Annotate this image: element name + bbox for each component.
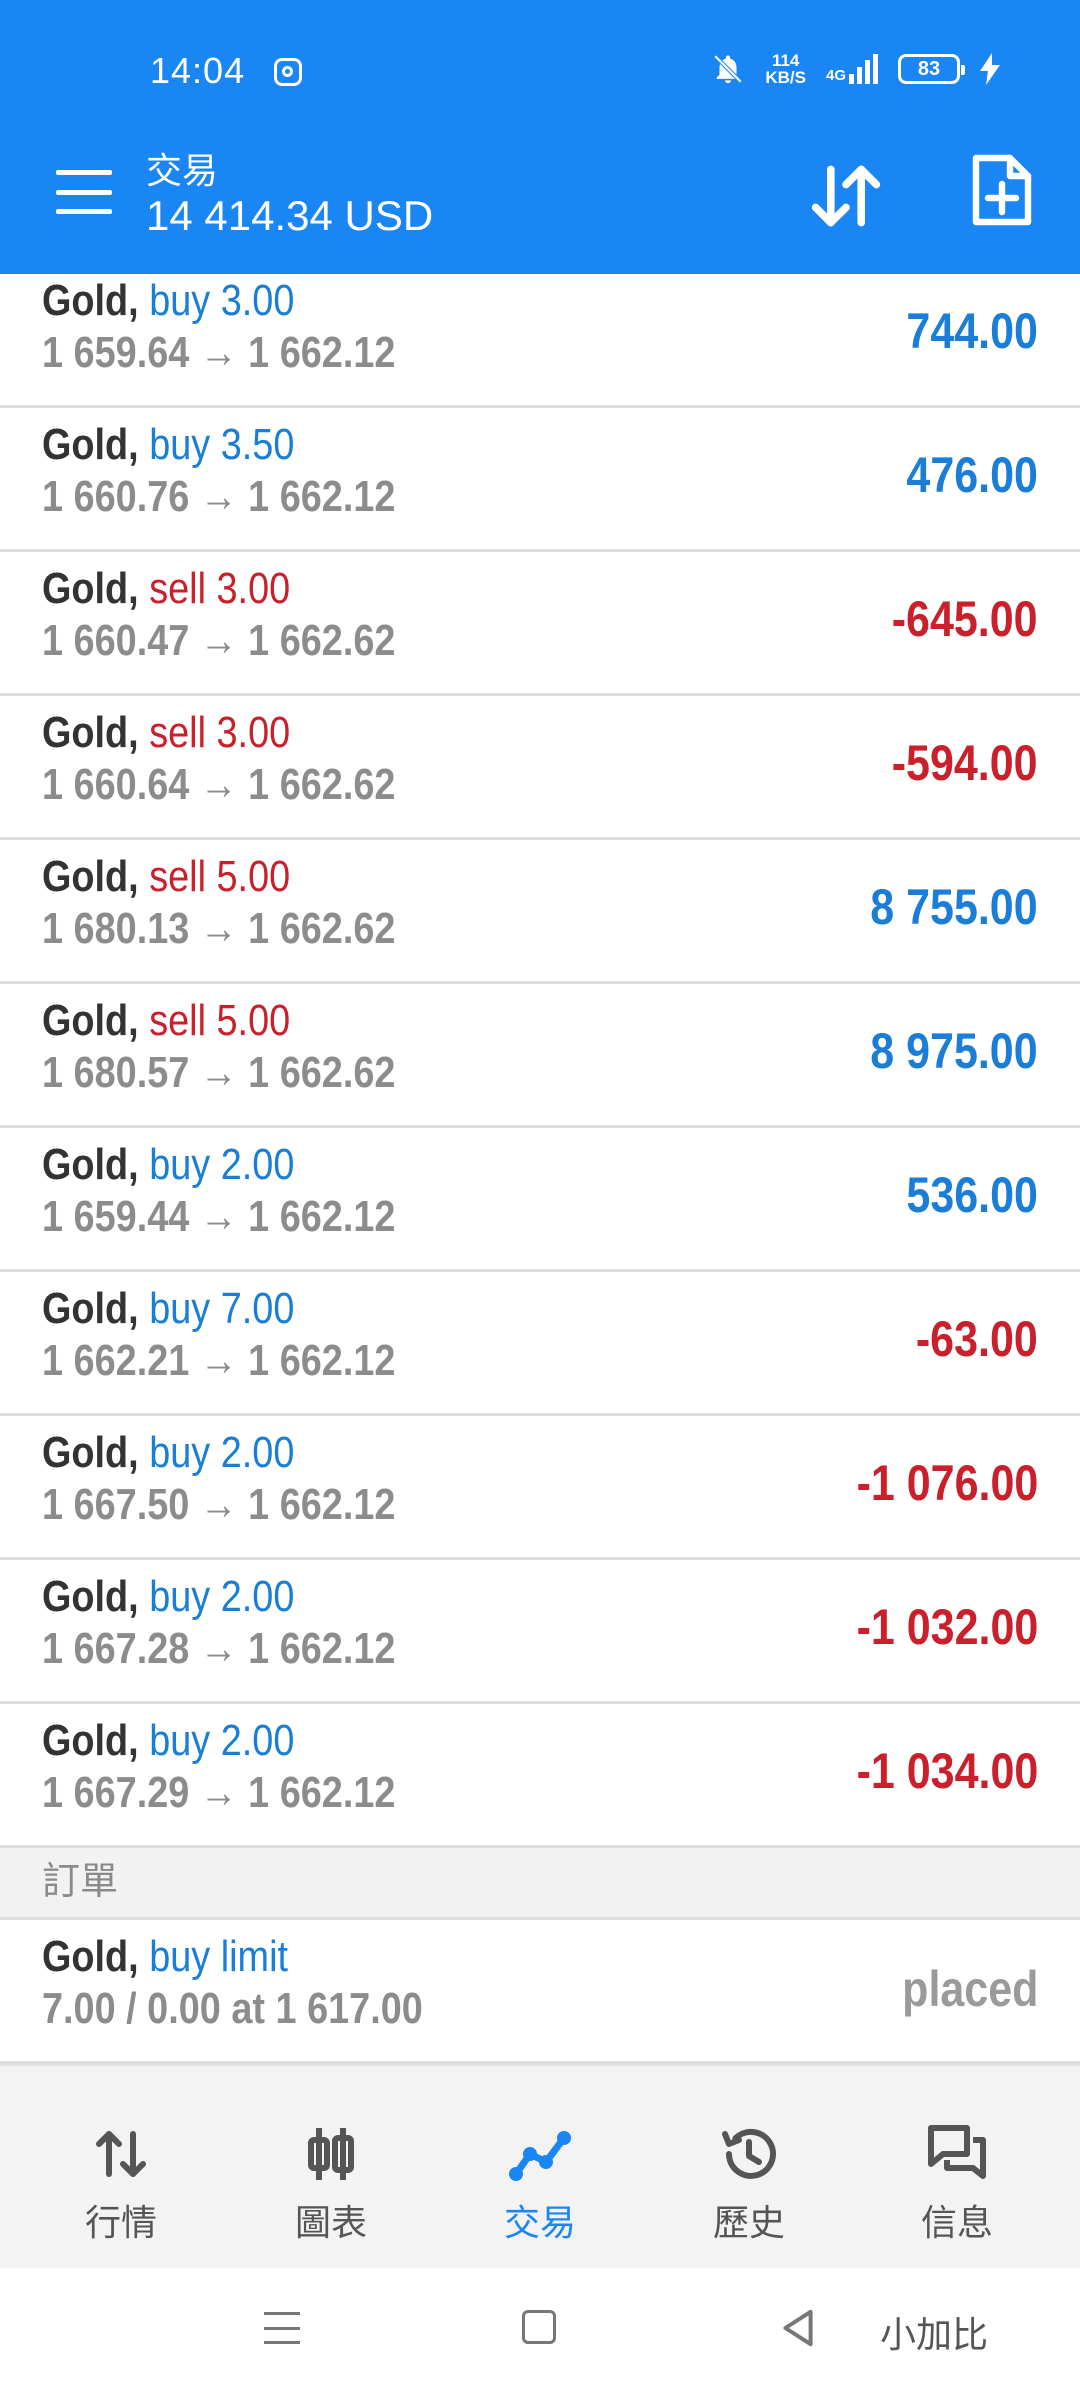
position-profit: -63.00 <box>916 1311 1038 1367</box>
position-direction: buy 2.00 <box>149 1140 295 1189</box>
status-bar: 14:04 114 KB/S 4G 83 <box>0 0 1080 140</box>
battery-icon: 83 <box>898 54 965 84</box>
network-speed: 114 KB/S <box>765 51 806 87</box>
position-row[interactable]: Gold, buy 7.00 1 662.21 → 1 662.12 -63.0… <box>0 1272 1080 1416</box>
order-details: 7.00 / 0.00 at 1 617.00 <box>42 1984 423 2033</box>
position-prices: 1 660.64 → 1 662.62 <box>42 760 396 809</box>
position-row[interactable]: Gold, buy 2.00 1 667.28 → 1 662.12 -1 03… <box>0 1560 1080 1704</box>
home-icon[interactable] <box>522 2310 556 2344</box>
position-row[interactable]: Gold, sell 5.00 1 680.57 → 1 662.62 8 97… <box>0 984 1080 1128</box>
position-prices: 1 660.76 → 1 662.12 <box>42 472 396 521</box>
position-direction: buy 3.00 <box>149 276 295 325</box>
signal-icon: 4G <box>826 54 878 84</box>
position-direction: buy 7.00 <box>149 1284 295 1333</box>
position-profit: -1 076.00 <box>856 1455 1038 1511</box>
bell-off-icon <box>714 54 743 84</box>
position-profit: -1 032.00 <box>856 1599 1038 1655</box>
position-prices: 1 667.28 → 1 662.12 <box>42 1624 396 1673</box>
position-profit: 8 755.00 <box>870 879 1038 935</box>
position-direction: sell 3.00 <box>149 708 291 757</box>
position-direction: buy 2.00 <box>149 1572 295 1621</box>
app-bar: 交易 14 414.34 USD <box>0 140 1080 274</box>
position-symbol: Gold, <box>42 852 139 901</box>
bottom-navigation: 行情 圖表 交易 歷史 信息 <box>0 2064 1080 2268</box>
position-row[interactable]: Gold, sell 3.00 1 660.47 → 1 662.62 -645… <box>0 552 1080 696</box>
position-prices: 1 680.13 → 1 662.62 <box>42 904 396 953</box>
order-status: placed <box>901 1961 1038 2017</box>
orders-section-header: 訂單 <box>0 1848 1080 1920</box>
position-row[interactable]: Gold, buy 2.00 1 659.44 → 1 662.12 536.0… <box>0 1128 1080 1272</box>
charging-icon <box>980 53 1000 85</box>
position-row[interactable]: Gold, buy 2.00 1 667.50 → 1 662.12 -1 07… <box>0 1416 1080 1560</box>
position-profit: 8 975.00 <box>870 1023 1038 1079</box>
position-profit: -645.00 <box>892 591 1038 647</box>
position-symbol: Gold, <box>42 1140 139 1189</box>
order-symbol: Gold, <box>42 1932 139 1981</box>
position-symbol: Gold, <box>42 1428 139 1477</box>
position-symbol: Gold, <box>42 996 139 1045</box>
position-direction: buy 2.00 <box>149 1716 295 1765</box>
position-profit: -594.00 <box>892 735 1038 791</box>
sort-icon[interactable] <box>808 158 884 234</box>
history-icon <box>722 2128 776 2179</box>
position-row[interactable]: Gold, buy 3.00 1 659.64 → 1 662.12 744.0… <box>0 274 1080 408</box>
nav-chart[interactable]: 圖表 <box>256 2122 406 2246</box>
position-symbol: Gold, <box>42 276 139 325</box>
page-title: 交易 <box>146 150 219 191</box>
recent-apps-icon[interactable] <box>264 2312 300 2344</box>
position-direction: sell 5.00 <box>149 996 291 1045</box>
trade-list: Gold, buy 3.00 1 659.64 → 1 662.12 744.0… <box>0 274 1080 2064</box>
order-row[interactable]: Gold, buy limit 7.00 / 0.00 at 1 617.00 … <box>0 1920 1080 2064</box>
position-prices: 1 662.21 → 1 662.12 <box>42 1336 396 1385</box>
nav-quotes[interactable]: 行情 <box>46 2122 196 2246</box>
account-balance: 14 414.34 USD <box>146 192 434 239</box>
position-row[interactable]: Gold, sell 5.00 1 680.13 → 1 662.62 8 75… <box>0 840 1080 984</box>
position-direction: sell 3.00 <box>149 564 291 613</box>
chart-icon <box>308 2128 354 2180</box>
position-prices: 1 659.64 → 1 662.12 <box>42 328 396 377</box>
position-profit: 476.00 <box>906 447 1038 503</box>
position-prices: 1 660.47 → 1 662.62 <box>42 616 396 665</box>
position-row[interactable]: Gold, sell 3.00 1 660.64 → 1 662.62 -594… <box>0 696 1080 840</box>
position-prices: 1 667.50 → 1 662.12 <box>42 1480 396 1529</box>
position-direction: sell 5.00 <box>149 852 291 901</box>
position-symbol: Gold, <box>42 1284 139 1333</box>
position-direction: buy 2.00 <box>149 1428 295 1477</box>
menu-icon[interactable] <box>56 170 112 214</box>
position-row[interactable]: Gold, buy 3.50 1 660.76 → 1 662.12 476.0… <box>0 408 1080 552</box>
position-profit: 536.00 <box>906 1167 1038 1223</box>
position-symbol: Gold, <box>42 1572 139 1621</box>
messages-icon <box>928 2125 986 2179</box>
status-time: 14:04 <box>150 50 246 91</box>
position-profit: 744.00 <box>906 303 1038 359</box>
nav-messages[interactable]: 信息 <box>882 2122 1032 2246</box>
new-order-icon[interactable] <box>970 152 1034 228</box>
order-direction: buy limit <box>149 1932 289 1981</box>
back-icon[interactable] <box>780 2308 816 2348</box>
position-prices: 1 659.44 → 1 662.12 <box>42 1192 396 1241</box>
nav-history[interactable]: 歷史 <box>674 2122 824 2246</box>
instagram-icon <box>274 58 302 86</box>
nav-trade[interactable]: 交易 <box>465 2122 615 2246</box>
position-symbol: Gold, <box>42 1716 139 1765</box>
system-navigation-bar: 小加比 <box>0 2268 1080 2400</box>
quotes-icon <box>96 2131 146 2177</box>
position-prices: 1 680.57 → 1 662.62 <box>42 1048 396 1097</box>
position-row[interactable]: Gold, buy 2.00 1 667.29 → 1 662.12 -1 03… <box>0 1704 1080 1848</box>
position-symbol: Gold, <box>42 708 139 757</box>
trade-icon <box>509 2131 571 2181</box>
position-prices: 1 667.29 → 1 662.12 <box>42 1768 396 1817</box>
status-icons: 114 KB/S 4G 83 <box>711 52 1000 86</box>
position-direction: buy 3.50 <box>149 420 295 469</box>
position-symbol: Gold, <box>42 564 139 613</box>
position-profit: -1 034.00 <box>856 1743 1038 1799</box>
watermark: 小加比 <box>880 2314 989 2355</box>
position-symbol: Gold, <box>42 420 139 469</box>
